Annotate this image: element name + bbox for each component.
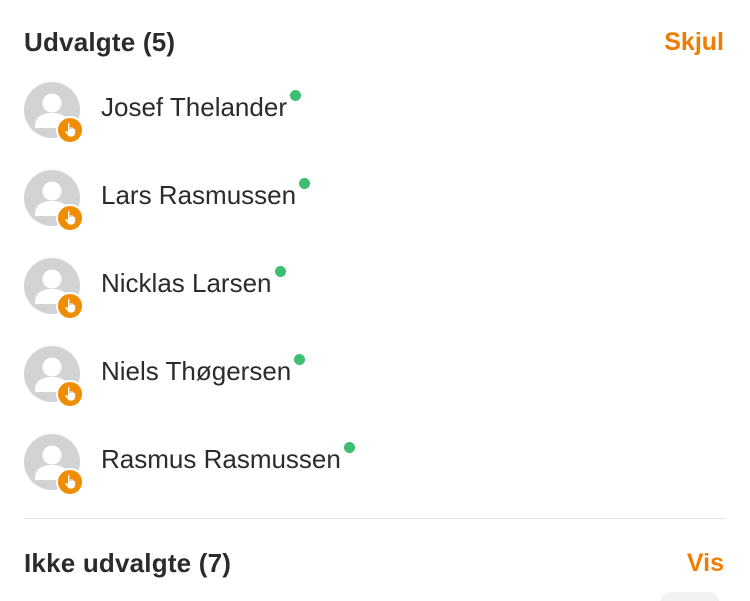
- floating-button-edge: [660, 592, 720, 601]
- avatar: [24, 346, 84, 408]
- hand-pointer-icon: [56, 468, 84, 496]
- person-row[interactable]: Josef Thelander: [24, 80, 726, 168]
- hand-pointer-icon: [56, 292, 84, 320]
- person-name-wrap: Josef Thelander: [101, 90, 301, 123]
- selected-section-title: Udvalgte (5): [24, 27, 175, 58]
- avatar: [24, 258, 84, 320]
- person-name-wrap: Rasmus Rasmussen: [101, 442, 355, 475]
- person-row[interactable]: Lars Rasmussen: [24, 168, 726, 256]
- online-dot-icon: [343, 442, 355, 453]
- person-name: Lars Rasmussen: [101, 180, 297, 210]
- person-row[interactable]: Rasmus Rasmussen: [24, 432, 726, 520]
- hand-pointer-icon: [56, 380, 84, 408]
- person-name-wrap: Nicklas Larsen: [101, 266, 286, 299]
- selected-section-header: Udvalgte (5) Skjul: [24, 22, 726, 62]
- person-name: Josef Thelander: [101, 92, 287, 122]
- person-name: Rasmus Rasmussen: [101, 444, 341, 474]
- person-row[interactable]: Niels Thøgersen: [24, 344, 726, 432]
- selected-count: (5): [142, 26, 176, 57]
- online-dot-icon: [294, 354, 306, 365]
- person-row[interactable]: Nicklas Larsen: [24, 256, 726, 344]
- online-dot-icon: [289, 90, 301, 101]
- avatar: [24, 170, 84, 232]
- not-selected-section-title: Ikke udvalgte (7): [24, 548, 231, 579]
- show-not-selected-link[interactable]: Vis: [685, 549, 726, 578]
- not-selected-section-header: Ikke udvalgte (7) Vis: [24, 543, 726, 583]
- online-dot-icon: [274, 266, 286, 277]
- person-name-wrap: Lars Rasmussen: [101, 178, 311, 211]
- participant-selector: Udvalgte (5) Skjul Josef Thelander Lars …: [0, 0, 750, 601]
- not-selected-count: (7): [198, 547, 232, 578]
- section-divider: [24, 518, 726, 519]
- person-name-wrap: Niels Thøgersen: [101, 354, 306, 387]
- selected-title-text: Udvalgte: [24, 26, 136, 57]
- not-selected-title-text: Ikke udvalgte: [24, 547, 192, 578]
- person-name: Niels Thøgersen: [101, 356, 292, 386]
- hand-pointer-icon: [56, 204, 84, 232]
- hand-pointer-icon: [56, 116, 84, 144]
- hide-selected-link[interactable]: Skjul: [662, 28, 726, 57]
- selected-people-list: Josef Thelander Lars Rasmussen Nicklas L…: [24, 80, 726, 520]
- person-name: Nicklas Larsen: [101, 268, 272, 298]
- avatar: [24, 434, 84, 496]
- avatar: [24, 82, 84, 144]
- online-dot-icon: [299, 178, 311, 189]
